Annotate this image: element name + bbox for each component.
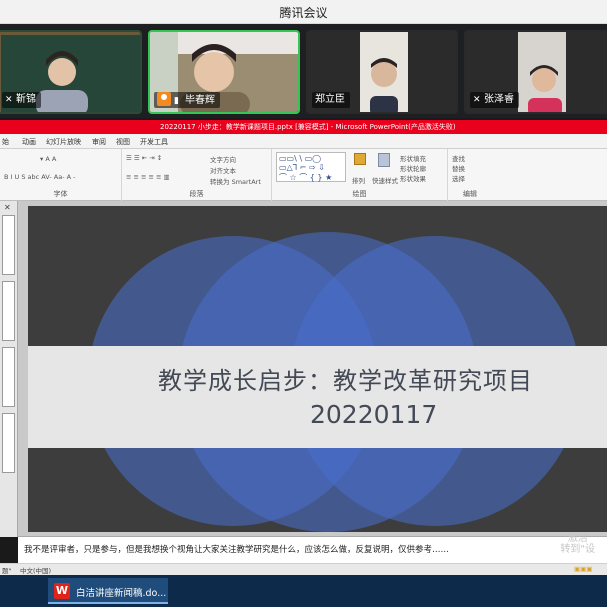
app-title: 腾讯会议 [279, 6, 328, 20]
smartart-button[interactable]: 转换为 SmartArt [210, 176, 261, 186]
text-direction-button[interactable]: 文字方向 [210, 154, 236, 164]
activation-watermark: 激活 转到"设 [560, 533, 595, 555]
find-button[interactable]: 查找 [452, 153, 465, 163]
meeting-title-bar: 腾讯会议 [0, 0, 607, 24]
tab-start[interactable]: 始 [2, 137, 9, 147]
slide-thumbnail[interactable] [2, 215, 15, 275]
slide-thumbnail-panel: ✕ [0, 201, 18, 537]
tab-review[interactable]: 审阅 [92, 137, 106, 147]
status-bar: 题" 中文(中国) ▣▣▣ [0, 563, 607, 575]
shape-fill-button[interactable]: 形状填充 [400, 153, 426, 163]
wps-writer-icon: W [54, 583, 70, 599]
participant-name-label: 郑立臣 [312, 92, 350, 108]
mic-muted-icon: ✕ [5, 95, 13, 105]
ppt-work-area: ✕ 教学成长启步：教学改革研究项目 20220117 [0, 201, 607, 537]
tab-developer[interactable]: 开发工具 [140, 137, 168, 147]
arrange-icon [354, 153, 366, 165]
shape-gallery[interactable]: ▭▭\ \ ▭◯ ▭△⅂ ⌐ ⇨ ⇩ ⌒ ☆ ⌒ { } ★ [276, 152, 346, 182]
taskbar: W 白洁讲座新闻稿.do... [0, 575, 607, 607]
participant-tile[interactable]: ✕ 张泽睿 [464, 30, 607, 114]
notes-pane[interactable]: 我不是评审者，只是参与，但是我想换个视角让大家关注教学研究是什么，应该怎么做，反… [18, 533, 607, 563]
editing-group: 查找 替换 选择 编辑 [448, 149, 492, 201]
shape-outline-button[interactable]: 形状轮廓 [400, 163, 426, 173]
list-buttons[interactable]: ☰ ☰ ⇤ ⇥ ↕ [126, 154, 162, 162]
notes-text: 我不是评审者，只是参与，但是我想换个视角让大家关注教学研究是什么，应该怎么做，反… [24, 545, 450, 555]
slide-thumbnail[interactable] [2, 347, 15, 407]
mic-muted-icon: ✕ [473, 95, 481, 105]
taskbar-item-document[interactable]: W 白洁讲座新闻稿.do... [48, 578, 168, 604]
close-panel-icon[interactable]: ✕ [4, 203, 11, 212]
shape-effects-button[interactable]: 形状效果 [400, 173, 426, 183]
slide-thumbnail[interactable] [2, 413, 15, 473]
font-group-label: 字体 [53, 190, 68, 198]
paragraph-group: ☰ ☰ ⇤ ⇥ ↕ ≡ ≡ ≡ ≡ ≡ ▥ 文字方向 对齐文本 转换为 Smar… [122, 149, 272, 201]
align-buttons[interactable]: ≡ ≡ ≡ ≡ ≡ ▥ [126, 173, 170, 181]
tab-slideshow[interactable]: 幻灯片放映 [46, 137, 81, 147]
view-buttons-icon[interactable]: ▣▣▣ [574, 565, 592, 573]
ribbon: ▾ A A B I U S abc AV- Aa- A - 字体 ☰ ☰ ⇤ ⇥… [0, 149, 607, 201]
status-language: 中文(中国) [20, 567, 52, 575]
font-format-buttons[interactable]: B I U S abc AV- Aa- A - [4, 173, 75, 181]
align-text-button[interactable]: 对齐文本 [210, 165, 236, 175]
slide-thumbnail[interactable] [2, 281, 15, 341]
video-gallery: ✕ 靳锦 ▮ 毕春辉 郑立臣 ✕ 张泽睿 [0, 24, 607, 118]
participant-tile-speaking[interactable]: ▮ 毕春辉 [148, 30, 300, 114]
quick-style-button[interactable]: 快速样式 [372, 175, 398, 185]
tab-animation[interactable]: 动画 [22, 137, 36, 147]
arrange-button[interactable]: 排列 [352, 175, 365, 185]
drawing-group: ▭▭\ \ ▭◯ ▭△⅂ ⌐ ⇨ ⇩ ⌒ ☆ ⌒ { } ★ 排列 快速样式 形… [272, 149, 448, 201]
drawing-group-label: 绘图 [352, 190, 367, 198]
editing-group-label: 编辑 [463, 190, 477, 198]
ppt-window-title-bar: 20220117 小步走：教学新课题项目.pptx [兼容模式] - Micro… [0, 120, 607, 134]
tab-view[interactable]: 视图 [116, 137, 130, 147]
participant-tile[interactable]: 郑立臣 [306, 30, 458, 114]
quick-style-icon [378, 153, 390, 167]
participant-tile[interactable]: ✕ 靳锦 [0, 30, 142, 114]
slide-canvas[interactable]: 教学成长启步：教学改革研究项目 20220117 [28, 206, 607, 532]
participant-name-label: ✕ 张泽睿 [470, 92, 519, 108]
mic-icon: ▮ [174, 96, 179, 106]
slide-date: 20220117 [310, 400, 438, 429]
taskbar-item-label: 白洁讲座新闻稿.do... [76, 588, 167, 599]
participant-name-label: ▮ 毕春辉 [154, 92, 220, 108]
replace-button[interactable]: 替换 [452, 163, 465, 173]
slide-title: 教学成长启步：教学改革研究项目 [158, 367, 533, 395]
ppt-window-title: 20220117 小步走：教学新课题项目.pptx [兼容模式] - Micro… [160, 123, 456, 131]
status-theme: 题" [2, 567, 12, 575]
font-group: ▾ A A B I U S abc AV- Aa- A - 字体 [0, 149, 122, 201]
host-icon [157, 92, 171, 106]
select-button[interactable]: 选择 [452, 173, 465, 183]
font-size-combo[interactable]: ▾ A A [40, 155, 56, 163]
paragraph-group-label: 段落 [189, 190, 204, 198]
ribbon-tabs: 始 动画 幻灯片放映 审阅 视图 开发工具 [0, 134, 607, 149]
participant-name-label: ✕ 靳锦 [2, 92, 41, 108]
